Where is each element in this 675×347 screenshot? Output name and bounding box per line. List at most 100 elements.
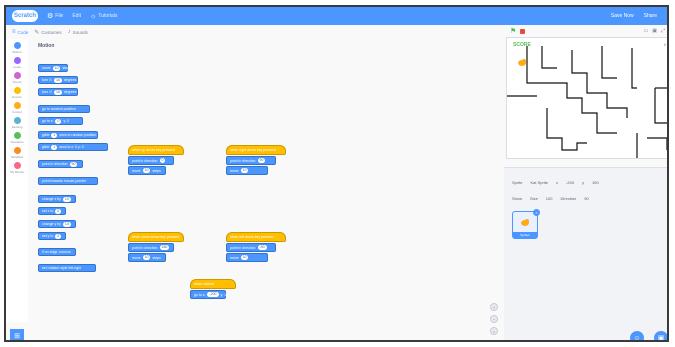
category-my-blocks[interactable]: My Blocks: [6, 162, 28, 174]
block-text: go to random position: [42, 107, 76, 111]
palette-block[interactable]: go to x: 0 y: 0: [38, 117, 83, 125]
menu-edit[interactable]: Edit: [72, 13, 81, 19]
category-variables[interactable]: Variables: [6, 147, 28, 159]
palette-block[interactable]: move 10 steps: [38, 64, 71, 72]
palette-block[interactable]: turn ↻ 15 degrees: [38, 76, 78, 84]
block-text: point in direction: [132, 245, 158, 250]
motion-block[interactable]: point in direction 90: [226, 156, 276, 165]
large-stage-icon[interactable]: ▣: [652, 28, 657, 34]
script-stack[interactable]: when down arrow key pressed point in dire…: [128, 232, 184, 262]
block-input[interactable]: 10: [240, 255, 249, 260]
block-input[interactable]: 10: [142, 255, 151, 260]
script-stack[interactable]: when left arrow key pressed point in dire…: [226, 232, 286, 262]
x-field[interactable]: -200: [566, 180, 574, 185]
size-field[interactable]: 100: [546, 196, 553, 201]
sprite-thumbnail[interactable]: × Sprite1: [512, 209, 540, 239]
add-extension-button[interactable]: ⊞: [10, 329, 24, 340]
block-input[interactable]: 15: [53, 89, 62, 95]
block-input[interactable]: 10: [52, 65, 61, 71]
stop-icon[interactable]: [520, 28, 526, 34]
block-input[interactable]: 90: [69, 161, 78, 167]
menu-tutorials[interactable]: ☼ Tutorials: [90, 13, 117, 20]
direction-field[interactable]: 90: [584, 196, 588, 201]
fullscreen-icon[interactable]: ⤢: [661, 28, 665, 34]
motion-block[interactable]: point in direction 0: [128, 156, 174, 165]
tab-costumes[interactable]: ✎ Costumes: [34, 29, 61, 36]
block-input[interactable]: 10: [142, 168, 151, 173]
zoom-out-icon[interactable]: −: [490, 315, 498, 323]
palette-block[interactable]: point in direction 90: [38, 160, 83, 168]
block-text: go to x:: [194, 292, 206, 297]
block-text: point in direction: [42, 162, 68, 166]
category-events[interactable]: Events: [6, 87, 28, 99]
motion-block[interactable]: move 10 steps: [128, 166, 166, 175]
palette-block[interactable]: set y to 0: [38, 232, 66, 240]
block-input[interactable]: 0: [55, 118, 62, 124]
add-sprite-button[interactable]: ☺: [630, 331, 644, 340]
motion-block[interactable]: point in direction 180: [128, 243, 174, 252]
palette-block[interactable]: turn ↺ 15 degrees: [38, 88, 78, 96]
palette-block[interactable]: change x by 10: [38, 195, 76, 203]
motion-block[interactable]: point in direction -90: [226, 243, 276, 252]
green-flag-icon[interactable]: ⚑: [510, 27, 516, 35]
script-stack[interactable]: when right arrow key pressed point in dir…: [226, 145, 286, 175]
block-input[interactable]: 15: [53, 77, 62, 83]
sprite-name-field[interactable]: Kat Sprite: [530, 180, 548, 185]
zoom-reset-icon[interactable]: =: [490, 327, 498, 335]
event-hat-block[interactable]: when left arrow key pressed: [226, 232, 286, 242]
block-input[interactable]: 90: [257, 158, 266, 163]
block-input[interactable]: 0: [55, 233, 62, 239]
script-stack[interactable]: when clicked go to x: -200 y: 150: [190, 279, 236, 299]
block-input[interactable]: 10: [240, 168, 249, 173]
category-looks[interactable]: Looks: [6, 57, 28, 69]
block-input[interactable]: 1: [51, 144, 58, 150]
script-stack[interactable]: when up arrow key pressed point in direct…: [128, 145, 184, 175]
event-hat-block[interactable]: when up arrow key pressed: [128, 145, 184, 155]
size-label: Size: [530, 196, 538, 201]
palette-block[interactable]: point towards mouse-pointer: [38, 177, 98, 185]
block-input[interactable]: 1: [51, 132, 58, 138]
palette-block[interactable]: set x to 0: [38, 207, 66, 215]
scratch-logo[interactable]: Scratch: [12, 10, 38, 22]
block-input[interactable]: 10: [62, 221, 71, 227]
small-stage-icon[interactable]: ▭: [644, 28, 649, 34]
block-input[interactable]: 0: [159, 158, 166, 163]
motion-block[interactable]: move 10: [226, 166, 268, 175]
palette-block[interactable]: if on edge, bounce: [38, 248, 76, 256]
zoom-in-icon[interactable]: +: [490, 303, 498, 311]
menu-file[interactable]: ⚙ File: [47, 12, 63, 20]
category-control[interactable]: Control: [6, 102, 28, 114]
stage-canvas[interactable]: SCORE 0: [506, 37, 667, 159]
motion-block[interactable]: go to x: -200 y: 150: [190, 290, 230, 299]
add-backdrop-button[interactable]: ▣: [654, 331, 667, 340]
block-input[interactable]: -200: [207, 292, 219, 297]
save-now-button[interactable]: Save Now: [611, 13, 634, 19]
y-field[interactable]: 150: [592, 180, 599, 185]
category-motion[interactable]: Motion: [6, 42, 28, 54]
tab-sounds[interactable]: ♪ Sounds: [68, 29, 88, 35]
event-hat-block[interactable]: when right arrow key pressed: [226, 145, 286, 155]
category-label: Looks: [12, 65, 21, 69]
motion-block[interactable]: move 10: [226, 253, 268, 262]
motion-block[interactable]: move 10 steps: [128, 253, 166, 262]
block-text: turn ↻: [42, 78, 52, 82]
palette-block[interactable]: glide 1 secs to random position: [38, 131, 98, 139]
category-sensing[interactable]: Sensing: [6, 117, 28, 129]
share-button[interactable]: Share: [644, 13, 657, 19]
block-input[interactable]: 180: [159, 245, 170, 250]
block-input[interactable]: 10: [62, 196, 71, 202]
script-area[interactable]: + − = when up arrow key pressed point in …: [114, 25, 504, 340]
palette-block[interactable]: go to random position: [38, 105, 90, 113]
tab-code[interactable]: ≡ Code: [12, 29, 28, 35]
block-input[interactable]: 0: [55, 208, 62, 214]
palette-block[interactable]: glide 1 secs to x: 0 y: 0: [38, 143, 108, 151]
category-label: Events: [12, 95, 22, 99]
palette-block[interactable]: change y by 10: [38, 220, 76, 228]
event-hat-block[interactable]: when clicked: [190, 279, 236, 289]
palette-block[interactable]: set rotation style left-right: [38, 264, 96, 272]
event-hat-block[interactable]: when down arrow key pressed: [128, 232, 184, 242]
block-input[interactable]: -90: [257, 245, 267, 250]
category-sound[interactable]: Sound: [6, 72, 28, 84]
category-operators[interactable]: Operators: [6, 132, 28, 144]
delete-sprite-icon[interactable]: ×: [533, 209, 540, 216]
